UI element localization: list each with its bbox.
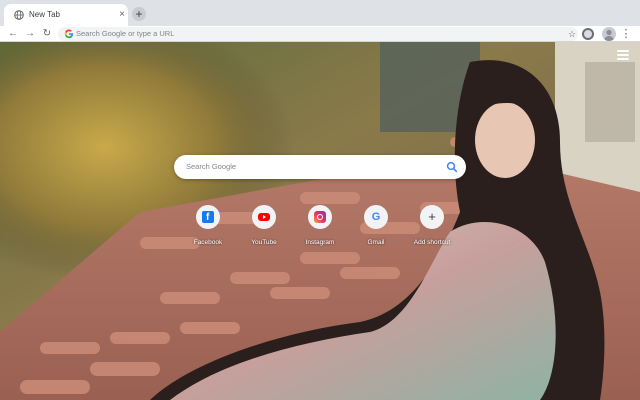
forward-icon[interactable]: →	[23, 27, 37, 41]
shortcut-label: Add shortcut	[413, 239, 451, 246]
youtube-icon	[258, 213, 270, 221]
google-g-icon	[64, 29, 73, 39]
customize-menu-icon[interactable]	[617, 50, 629, 60]
tab-title: New Tab	[29, 10, 60, 19]
bookmark-star-icon[interactable]: ☆	[566, 28, 578, 40]
extension-icon[interactable]	[582, 28, 594, 40]
new-tab-page: Search Google Facebook YouTube Instagram…	[0, 42, 640, 400]
shortcut-instagram[interactable]: Instagram	[292, 205, 348, 251]
shortcut-label: Instagram	[305, 239, 335, 246]
tab-new-tab[interactable]: New Tab ×	[4, 4, 128, 26]
google-icon: G	[371, 211, 381, 223]
browser-menu-icon[interactable]: ⋮	[620, 27, 632, 41]
shortcut-label: Facebook	[193, 239, 223, 246]
reload-icon[interactable]: ↻	[40, 27, 54, 41]
instagram-icon	[314, 211, 326, 223]
shortcut-add[interactable]: + Add shortcut	[404, 205, 460, 251]
omnibox[interactable]: Search Google or type a URL ☆	[58, 27, 578, 41]
facebook-icon	[202, 211, 214, 224]
globe-icon	[14, 10, 24, 20]
shortcut-facebook[interactable]: Facebook	[180, 205, 236, 251]
toolbar: ← → ↻ Search Google or type a URL ☆ ⋮	[0, 26, 640, 42]
profile-avatar-icon[interactable]	[602, 27, 616, 41]
ntp-search-box[interactable]: Search Google	[174, 155, 466, 179]
shortcut-youtube[interactable]: YouTube	[236, 205, 292, 251]
tab-close-icon[interactable]: ×	[117, 9, 127, 20]
back-icon[interactable]: ←	[6, 27, 20, 41]
new-tab-button[interactable]: +	[132, 7, 146, 21]
person-icon	[604, 29, 614, 41]
search-placeholder: Search Google	[186, 162, 237, 171]
search-icon[interactable]	[446, 161, 458, 173]
omnibox-placeholder: Search Google or type a URL	[76, 29, 175, 38]
tab-strip: New Tab × +	[0, 0, 640, 26]
shortcut-label: YouTube	[251, 239, 277, 246]
shortcut-label: Gmail	[367, 239, 385, 246]
plus-icon: +	[428, 209, 436, 224]
shortcut-gmail[interactable]: G Gmail	[348, 205, 404, 251]
